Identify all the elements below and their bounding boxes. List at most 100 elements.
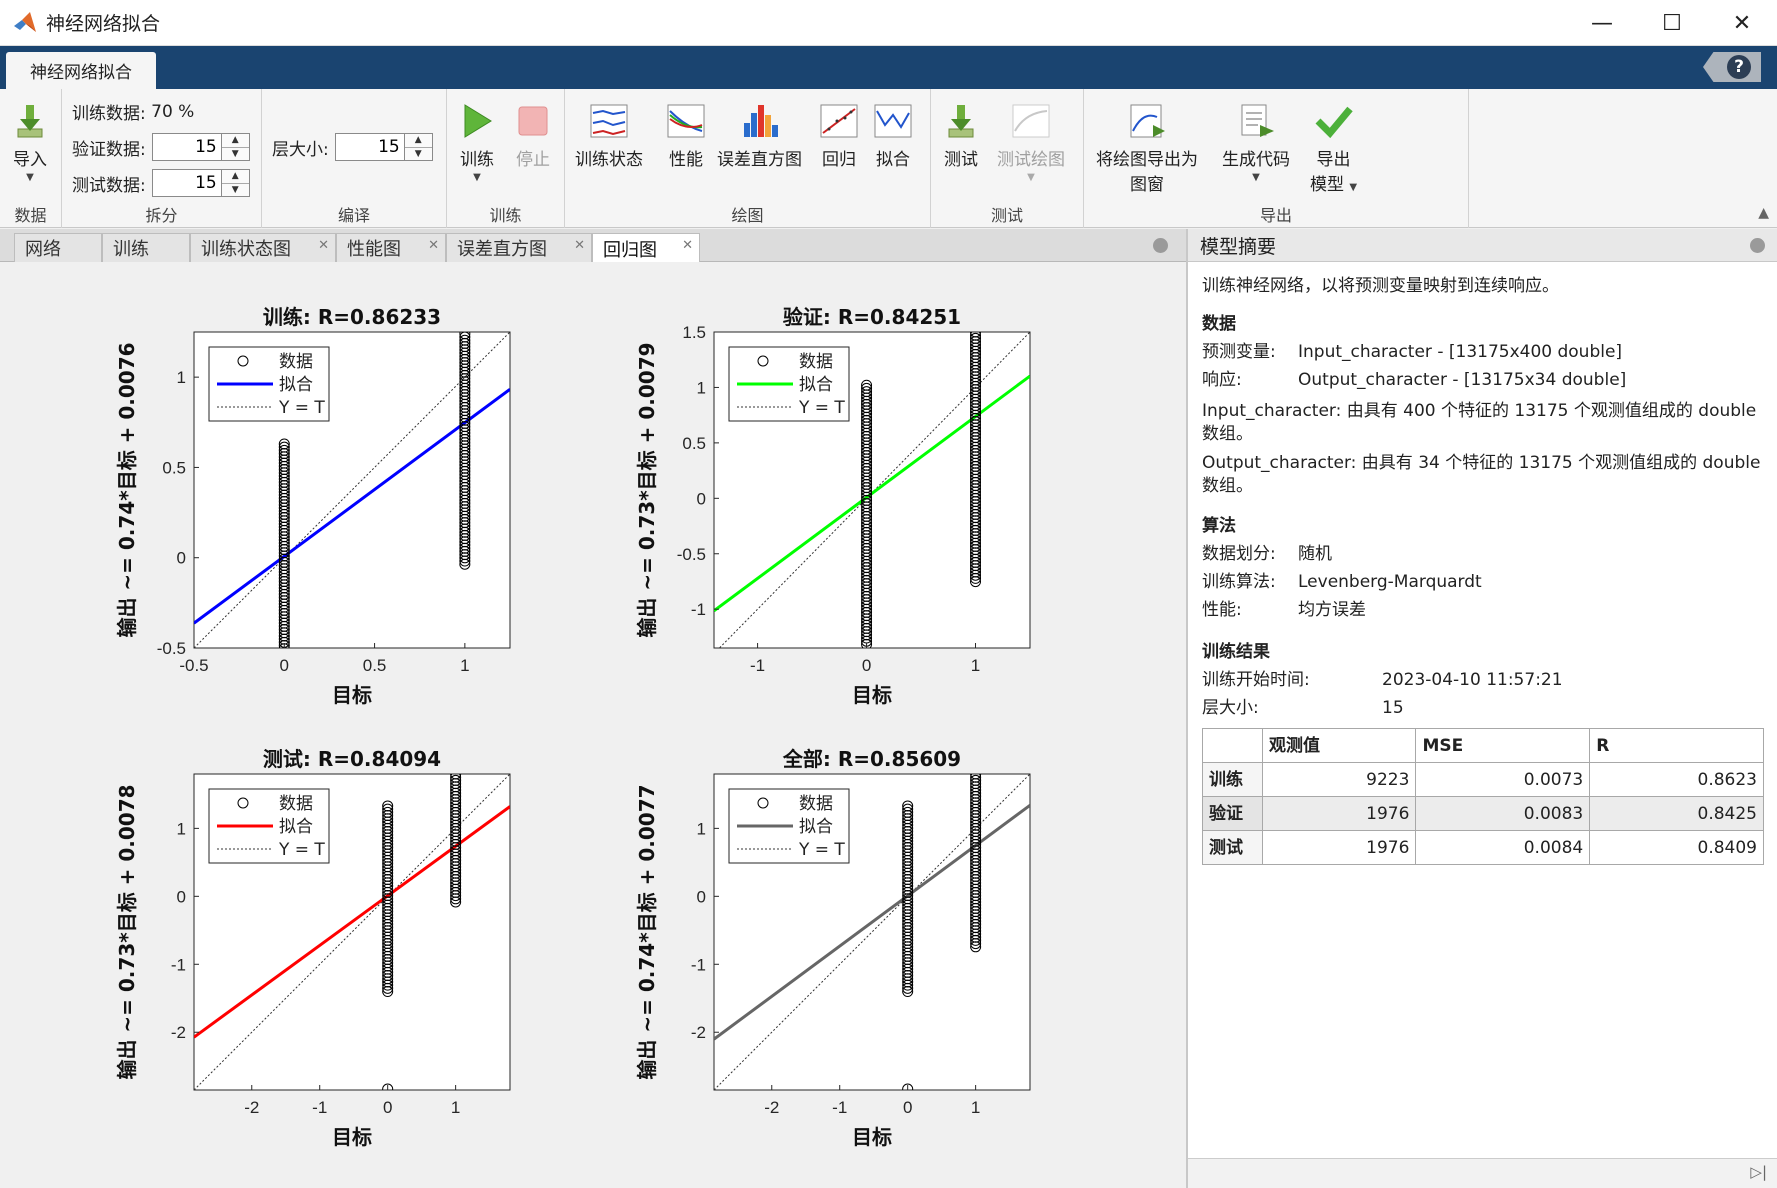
start-time-row: 训练开始时间: 2023-04-10 11:57:21: [1202, 670, 1563, 690]
legend-label: 数据: [799, 352, 833, 372]
close-icon[interactable]: ✕: [682, 238, 693, 253]
tab-neural-net-fitting[interactable]: 神经网络拟合: [6, 52, 156, 89]
close-icon[interactable]: ✕: [574, 238, 585, 253]
section-plot: 训练状态 性能 误差直方图 回归 拟合 绘图: [565, 89, 931, 228]
generate-code-icon: [1241, 104, 1274, 137]
fit-button[interactable]: 拟合: [873, 101, 913, 170]
close-icon[interactable]: ✕: [428, 238, 439, 253]
x-tick-label: 1: [460, 656, 469, 675]
close-icon[interactable]: ✕: [318, 238, 329, 253]
help-button[interactable]: ?: [1703, 52, 1761, 82]
y-tick-label: 1.5: [682, 323, 706, 342]
val-ratio-label: 验证数据:: [72, 139, 146, 160]
y-tick-label: -0.5: [677, 545, 706, 564]
response-value: Output_character - [13175x34 double]: [1298, 370, 1627, 390]
legend-label: Y = T: [278, 840, 325, 860]
regression-button[interactable]: 回归: [819, 101, 859, 170]
play-icon: [464, 104, 492, 138]
training-state-button[interactable]: 训练状态: [575, 101, 643, 170]
predictor-row: 预测变量: Input_character - [13175x400 double…: [1202, 338, 1763, 366]
tab-regression-plot[interactable]: 回归图 ✕: [592, 233, 700, 263]
test-ratio-row: 测试数据: ▲▼: [72, 169, 250, 197]
export-plot-icon: [1130, 104, 1165, 138]
plot-title: 训练: R=0.86233: [263, 305, 441, 329]
tab-performance-plot[interactable]: 性能图 ✕: [336, 233, 446, 262]
tab-training-state-plot[interactable]: 训练状态图 ✕: [190, 233, 336, 262]
panel-options-icon[interactable]: [1750, 238, 1765, 253]
chevron-down-icon: ▼: [1252, 172, 1260, 183]
maximize-button[interactable]: ☐: [1637, 0, 1707, 46]
tab-training[interactable]: 训练: [102, 233, 190, 262]
legend-label: 拟合: [279, 817, 313, 837]
y-tick-label: -2: [171, 1023, 186, 1042]
test-plot-button[interactable]: 测试绘图 ▼: [997, 101, 1065, 183]
x-tick-label: 1: [451, 1098, 460, 1117]
help-icon: ?: [1727, 55, 1751, 79]
x-tick-label: -2: [244, 1098, 259, 1117]
section-label-export: 导出: [1259, 206, 1292, 225]
stop-icon: [518, 106, 548, 136]
generate-code-button[interactable]: 生成代码 ▼: [1222, 101, 1290, 183]
export-model-button[interactable]: 导出 模型 ▼: [1310, 101, 1357, 195]
y-axis-label: 输出 ~= 0.74*目标 + 0.0077: [635, 784, 659, 1079]
legend-label: Y = T: [278, 398, 325, 418]
y-tick-label: 0.5: [162, 458, 186, 477]
training-algorithm-row: 训练算法: Levenberg-Marquardt: [1202, 572, 1482, 592]
plot-title: 测试: R=0.84094: [263, 747, 441, 771]
test-button[interactable]: 测试: [941, 101, 981, 170]
table-row: 测试 1976 0.0084 0.8409: [1202, 830, 1764, 865]
chevron-down-icon: ▼: [1027, 172, 1035, 183]
train-ratio-value: 70 %: [151, 101, 195, 122]
tab-error-histogram[interactable]: 误差直方图 ✕: [446, 233, 592, 262]
regression-icon: [820, 104, 858, 138]
collapse-ribbon-icon[interactable]: ▲: [1758, 205, 1769, 221]
layer-size-row: 层大小: 15: [1202, 698, 1404, 718]
spin-up-icon[interactable]: ▲: [404, 134, 432, 148]
stop-button[interactable]: 停止: [513, 101, 553, 170]
export-plot-button[interactable]: 将绘图导出为 图窗: [1096, 101, 1198, 195]
section-label-data: 数据: [14, 206, 47, 225]
performance-button[interactable]: 性能: [666, 101, 706, 170]
table-row: 训练 9223 0.0073 0.8623: [1202, 762, 1764, 797]
error-histogram-button[interactable]: 误差直方图: [717, 101, 802, 170]
section-split: 训练数据: 70 % 验证数据: ▲▼ 测试数据: ▲▼ 拆分: [62, 89, 262, 228]
spin-down-icon[interactable]: ▼: [222, 148, 249, 161]
test-ratio-input[interactable]: [151, 169, 222, 197]
layer-size-row: 层大小: ▲▼: [272, 133, 433, 161]
train-button[interactable]: 训练 ▼: [457, 101, 497, 183]
spin-up-icon[interactable]: ▲: [221, 134, 249, 148]
layer-size-input[interactable]: [334, 133, 405, 161]
y-axis-label: 输出 ~= 0.73*目标 + 0.0078: [115, 784, 139, 1079]
collapse-panel-icon[interactable]: ▷|: [1750, 1163, 1767, 1181]
x-tick-label: -2: [764, 1098, 779, 1117]
response-row: 响应: Output_character - [13175x34 double]: [1202, 366, 1763, 394]
spin-down-icon[interactable]: ▼: [222, 184, 249, 197]
val-ratio-input[interactable]: [151, 133, 222, 161]
minimize-button[interactable]: —: [1567, 0, 1637, 46]
spin-down-icon[interactable]: ▼: [405, 148, 432, 161]
test-plot-icon: [1012, 104, 1050, 138]
spin-up-icon[interactable]: ▲: [221, 170, 249, 184]
section-label-test: 测试: [990, 206, 1023, 225]
training-results-heading: 训练结果: [1202, 642, 1270, 662]
val-ratio-spinner[interactable]: ▲▼: [151, 133, 250, 161]
regression-plot-0: -0.5 0 0.5 1 -0.5 0 0.5 1 训练: R=0.86233 目标 输出 ~= 0…: [115, 305, 511, 707]
close-button[interactable]: ✕: [1707, 0, 1777, 46]
tab-options-icon[interactable]: [1153, 238, 1168, 253]
legend-label: 拟合: [799, 375, 833, 395]
y-tick-label: -2: [691, 1023, 706, 1042]
x-axis-label: 目标: [332, 683, 372, 707]
performance-icon: [667, 104, 705, 138]
toolstrip-tabs: 神经网络拟合 ?: [0, 46, 1777, 89]
section-export: 将绘图导出为 图窗 生成代码 ▼ 导出 模型 ▼ 导出: [1084, 89, 1469, 228]
test-ratio-spinner[interactable]: ▲▼: [151, 169, 250, 197]
tab-network[interactable]: 网络: [14, 233, 102, 262]
y-tick-label: 0: [697, 887, 706, 906]
histogram-icon: [743, 105, 778, 137]
import-button[interactable]: 导入 ▼: [10, 101, 50, 183]
results-table: 观测值 MSE R 训练 9223 0.0073 0.8623 验证 1976 …: [1202, 728, 1764, 865]
layer-size-spinner[interactable]: ▲▼: [334, 133, 433, 161]
regression-plot-1: -1 0 1 -1 -0.5 0 0.5 1 1.5 验证: R=0.84251 目标 输出 ~= 0…: [635, 305, 1031, 707]
y-tick-label: -1: [691, 955, 706, 974]
window-title: 神经网络拟合: [46, 13, 161, 35]
